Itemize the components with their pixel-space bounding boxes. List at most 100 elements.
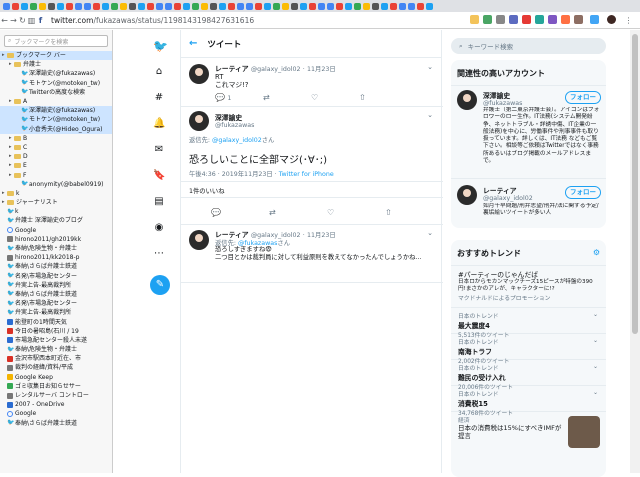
tweet-date[interactable]: 11月23日 bbox=[307, 232, 336, 239]
chevron-down-icon[interactable]: ⌄ bbox=[593, 311, 598, 318]
bookmark-folder[interactable]: ▸ D bbox=[0, 152, 112, 161]
bookmark-folder[interactable]: ▸ ジャーナリスト bbox=[0, 198, 112, 207]
trend-item[interactable]: 日本のトレンド 難民の受け入れ 20,006件のツイート ⌄ bbox=[451, 360, 606, 391]
tweet-timestamp[interactable]: 午後4:36 · 2019年11月23日 · bbox=[189, 171, 279, 178]
bookmark-item[interactable]: Google bbox=[0, 409, 112, 418]
tab-favicon-icon[interactable] bbox=[48, 2, 55, 10]
tab-favicon-icon[interactable] bbox=[30, 2, 37, 10]
extension-icon[interactable] bbox=[483, 15, 492, 24]
forward-icon[interactable]: → bbox=[9, 16, 18, 25]
bookmark-item[interactable]: 市場急配センター殺人未遂 bbox=[0, 336, 112, 345]
like-button[interactable]: ♡ bbox=[311, 93, 359, 102]
settings-gear-icon[interactable]: ⚙ bbox=[593, 248, 600, 259]
tweet-date[interactable]: 11月23日 bbox=[307, 66, 336, 73]
scrollbar-thumb[interactable] bbox=[632, 34, 638, 334]
tweet-reply[interactable]: レーティア @galaxy_idol02 · 11月23日 ⌄ 返信先: @fu… bbox=[181, 225, 443, 283]
compose-tweet-button[interactable]: ✎ bbox=[150, 275, 170, 295]
trend-item[interactable]: 日本のトレンド 消費税15 34,768件のツイート ⌄ bbox=[451, 386, 606, 417]
twitter-search-input[interactable]: ⌕ キーワード検索 bbox=[451, 38, 606, 54]
account-handle[interactable]: @galaxy_idol02 bbox=[483, 195, 533, 202]
bookmark-folder[interactable]: ▸ C bbox=[0, 143, 112, 152]
tab-favicon-icon[interactable] bbox=[327, 2, 334, 10]
chevron-down-icon[interactable]: ⌄ bbox=[427, 229, 433, 237]
tab-favicon-icon[interactable] bbox=[111, 2, 118, 10]
tab-favicon-icon[interactable] bbox=[282, 2, 289, 10]
follow-button[interactable]: フォロー bbox=[565, 91, 601, 104]
account-name[interactable]: 深澤諭史 bbox=[483, 90, 522, 100]
like-button[interactable]: ♡ bbox=[327, 208, 385, 217]
tab-favicon-icon[interactable] bbox=[246, 2, 253, 10]
tab-favicon-icon[interactable] bbox=[183, 2, 190, 10]
tweet-author-name[interactable]: 深澤諭史 bbox=[215, 112, 254, 122]
tab-favicon-icon[interactable] bbox=[426, 2, 433, 10]
bookmark-item[interactable]: 金沢市駅西本町近在、市 bbox=[0, 354, 112, 363]
tab-favicon-icon[interactable] bbox=[210, 2, 217, 10]
tab-favicon-icon[interactable] bbox=[300, 2, 307, 10]
tab-favicon-icon[interactable] bbox=[120, 2, 127, 10]
more-icon[interactable]: ⋯ bbox=[153, 248, 165, 260]
bookmark-item[interactable]: 🐦 名発\市場急配センター bbox=[0, 272, 112, 281]
bookmark-item[interactable]: 🐦 奉納\危険生物・弁護士 bbox=[0, 244, 112, 253]
tweet-author-name[interactable]: レーティア bbox=[215, 65, 249, 73]
lists-icon[interactable]: ▤ bbox=[153, 196, 165, 208]
avatar[interactable] bbox=[189, 230, 209, 250]
extension-icon[interactable] bbox=[509, 15, 518, 24]
tab-favicon-icon[interactable] bbox=[21, 2, 28, 10]
avatar[interactable] bbox=[457, 90, 477, 110]
home-icon[interactable]: ⌂ bbox=[153, 66, 165, 78]
tab-favicon-icon[interactable] bbox=[345, 2, 352, 10]
account-handle[interactable]: @fukazawas bbox=[483, 100, 522, 107]
extension-icon[interactable] bbox=[574, 15, 583, 24]
tweet-author-handle[interactable]: @fukazawas bbox=[215, 122, 254, 129]
tab-favicon-icon[interactable] bbox=[354, 2, 361, 10]
tab-favicon-icon[interactable] bbox=[3, 2, 10, 10]
bookmark-item[interactable]: 🐦 深澤諭史(@fukazawas) bbox=[0, 69, 112, 78]
tab-favicon-icon[interactable] bbox=[318, 2, 325, 10]
bookmark-folder[interactable]: ▸ ブックマーク バー bbox=[0, 51, 112, 61]
tweet-author-handle[interactable]: @galaxy_idol02 bbox=[251, 66, 301, 73]
bookmark-item[interactable]: 🐦 anonymity(@babel0919) bbox=[0, 180, 112, 189]
chevron-down-icon[interactable]: ⌄ bbox=[427, 63, 433, 71]
tab-favicon-icon[interactable] bbox=[228, 2, 235, 10]
account-item[interactable]: 深澤諭史 @fukazawas フォロー 弁護士（第二東京弁護士会）。アイコンは… bbox=[451, 84, 606, 174]
tab-favicon-icon[interactable] bbox=[156, 2, 163, 10]
tab-favicon-icon[interactable] bbox=[381, 2, 388, 10]
trend-item[interactable]: 日本のトレンド 最大震度4 5,513件のツイート ⌄ bbox=[451, 308, 606, 339]
extension-icon[interactable] bbox=[590, 15, 599, 24]
chevron-down-icon[interactable]: ⌄ bbox=[593, 363, 598, 370]
bookmark-folder[interactable]: ▸ E bbox=[0, 161, 112, 170]
bookmark-item[interactable]: 2007 - OneDrive bbox=[0, 400, 112, 409]
follow-button[interactable]: フォロー bbox=[565, 186, 601, 199]
account-item[interactable]: レーティア @galaxy_idol02 フォロー 如月千早問題/刑弁志望/刑弁… bbox=[451, 178, 606, 228]
extension-icon[interactable] bbox=[548, 15, 557, 24]
tab-favicon-icon[interactable] bbox=[75, 2, 82, 10]
bookmark-item[interactable]: 🐦 小倉秀夫(@Hideo_Ogura) bbox=[0, 124, 112, 134]
avatar[interactable] bbox=[189, 111, 209, 131]
tab-favicon-icon[interactable] bbox=[165, 2, 172, 10]
reply-button[interactable]: 💬 1 bbox=[215, 93, 263, 102]
bookmark-item[interactable]: 🐦 弁護士 深澤諭史のブログ bbox=[0, 216, 112, 225]
bookmark-item[interactable]: 今日の暑昭島(石川 / 19 bbox=[0, 327, 112, 336]
bookmark-item[interactable]: 🐦 弁実上告-最高裁判所 bbox=[0, 281, 112, 290]
tab-favicon-icon[interactable] bbox=[399, 2, 406, 10]
tab-favicon-icon[interactable] bbox=[174, 2, 181, 10]
bookmark-item[interactable]: 🐦 奉納\さらば弁護士鉄道 bbox=[0, 419, 112, 428]
explore-icon[interactable]: # bbox=[153, 92, 165, 104]
bookmark-item[interactable]: 🐦 Twitterの高度な検索 bbox=[0, 88, 112, 97]
account-name[interactable]: レーティア bbox=[483, 185, 533, 195]
reply-button[interactable]: 💬 bbox=[211, 208, 269, 217]
tab-favicon-icon[interactable] bbox=[192, 2, 199, 10]
twitter-logo-icon[interactable]: 🐦 bbox=[153, 40, 168, 52]
extension-icon[interactable] bbox=[535, 15, 544, 24]
tab-favicon-icon[interactable] bbox=[102, 2, 109, 10]
chevron-down-icon[interactable]: ⌄ bbox=[427, 111, 433, 119]
extension-icon[interactable] bbox=[522, 15, 531, 24]
tab-favicon-icon[interactable] bbox=[372, 2, 379, 10]
bookmark-item[interactable]: 🐦 k bbox=[0, 207, 112, 216]
menu-icon[interactable]: ⋮ bbox=[624, 16, 633, 25]
tweet-client[interactable]: Twitter for iPhone bbox=[279, 171, 334, 178]
tab-favicon-icon[interactable] bbox=[66, 2, 73, 10]
bookmarks-icon[interactable]: 🔖 bbox=[153, 170, 165, 182]
extension-icon[interactable] bbox=[496, 15, 505, 24]
retweet-button[interactable]: ⇄ bbox=[263, 93, 311, 102]
